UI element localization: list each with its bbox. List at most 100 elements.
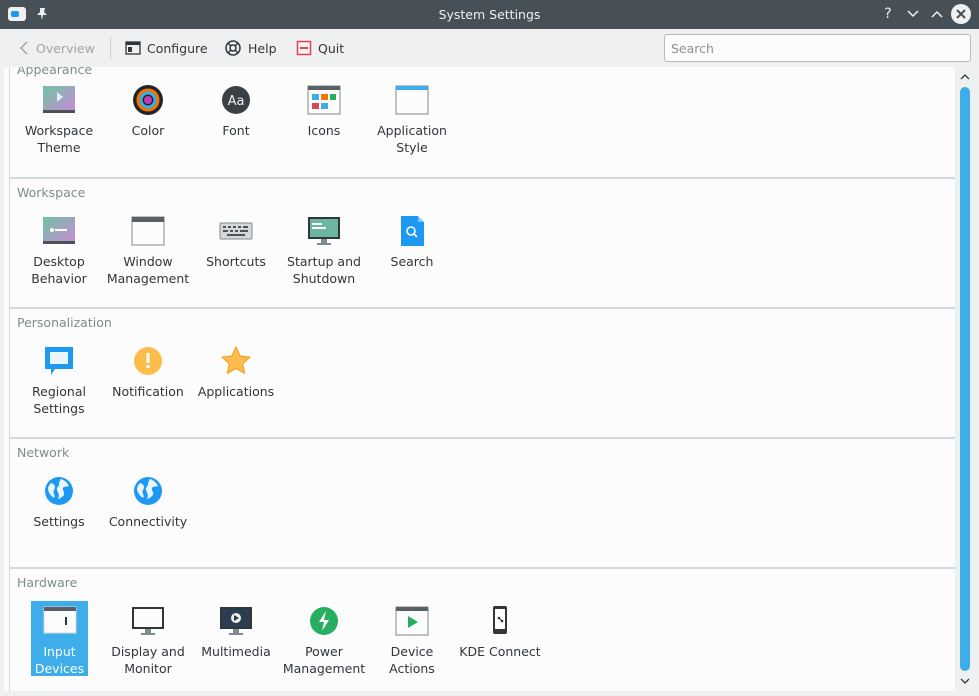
search-icon [395,214,429,248]
group-appearance: Appearance Workspace Theme Color Aa Font… [9,67,955,178]
application-style-icon [395,83,429,117]
applications-star-icon [219,344,253,378]
kde-connect-phone-icon [483,604,517,638]
group-workspace: Workspace Desktop Behavior Window Manage… [9,178,955,308]
item-workspace-theme[interactable]: Workspace Theme [14,83,104,156]
scroll-down-icon[interactable] [957,674,973,690]
group-title: Hardware [17,575,78,590]
item-label: Applications [197,384,275,399]
help-icon[interactable]: ? [878,4,898,24]
group-title: Workspace [17,185,86,200]
item-regional-settings[interactable]: Regional Settings [14,344,104,417]
item-label: Regional Settings [32,384,86,416]
item-label: Multimedia [201,644,271,659]
settings-overview: Appearance Workspace Theme Color Aa Font… [4,67,955,691]
item-label: Desktop Behavior [31,254,87,286]
item-label: Settings [33,514,85,529]
item-input-devices[interactable]: Input Devices [31,601,88,676]
item-multimedia[interactable]: Multimedia [191,604,281,660]
item-application-style[interactable]: Application Style [367,83,457,156]
quit-icon [296,40,312,56]
close-icon[interactable] [951,4,971,24]
item-notification[interactable]: Notification [103,344,193,400]
item-label: Font [222,123,250,138]
overview-button[interactable]: Overview [18,35,95,61]
item-label: Color [131,123,165,138]
icons-icon [307,83,341,117]
item-window-management[interactable]: Window Management [103,214,193,287]
multimedia-icon [219,604,253,638]
item-network-settings[interactable]: Settings [14,474,104,530]
group-title: Network [17,445,70,460]
quit-label: Quit [318,40,345,56]
item-label: Input Devices [34,644,85,676]
overview-label: Overview [36,40,95,56]
group-personalization: Personalization Regional Settings Notifi… [9,308,955,438]
configure-icon [125,41,141,55]
svg-text:Aa: Aa [228,94,245,109]
item-applications[interactable]: Applications [191,344,281,400]
back-icon [19,41,28,55]
item-startup-and-shutdown[interactable]: Startup and Shutdown [279,214,369,287]
item-display-and-monitor[interactable]: Display and Monitor [103,604,193,677]
item-label: KDE Connect [459,644,541,659]
group-title: Appearance [17,67,93,77]
search-input[interactable] [664,34,971,62]
display-monitor-icon [131,604,165,638]
toolbar: Overview Configure Help Quit [0,29,979,67]
input-devices-icon [43,604,77,638]
color-icon [131,83,165,117]
help-button[interactable]: Help [224,35,277,61]
power-management-icon [307,604,341,638]
item-search[interactable]: Search [367,214,457,270]
regional-settings-icon [42,344,76,378]
network-globe-icon [42,474,76,508]
item-label: Icons [307,123,341,138]
minimize-icon[interactable] [903,4,923,24]
item-label: Search [390,254,434,269]
item-label: Display and Monitor [111,644,185,676]
item-font[interactable]: Aa Font [191,83,281,139]
shortcuts-icon [219,214,253,248]
item-label: Power Management [282,644,366,676]
toolbar-separator [110,37,111,59]
item-label: Window Management [106,254,190,286]
item-icons[interactable]: Icons [279,83,369,139]
item-shortcuts[interactable]: Shortcuts [191,214,281,270]
window-title: System Settings [438,7,541,22]
configure-button[interactable]: Configure [125,35,208,61]
help-lifebuoy-icon [225,40,241,56]
group-hardware: Hardware Input Devices Display and Monit… [9,568,955,691]
title-bar: System Settings ? [0,0,979,29]
item-label: Device Actions [389,644,435,676]
device-actions-icon [395,604,429,638]
item-label: Notification [112,384,184,399]
item-color[interactable]: Color [103,83,193,139]
item-desktop-behavior[interactable]: Desktop Behavior [14,214,104,287]
workspace-theme-icon [42,83,76,117]
item-label: Workspace Theme [24,123,94,155]
font-icon: Aa [219,83,253,117]
configure-label: Configure [147,40,208,56]
help-label: Help [248,40,277,56]
item-label: Shortcuts [206,254,266,269]
item-device-actions[interactable]: Device Actions [367,604,457,677]
vertical-scrollbar[interactable] [957,67,973,691]
group-network: Network Settings Connectivity [9,438,955,568]
item-power-management[interactable]: Power Management [279,604,369,677]
connectivity-globe-icon [131,474,165,508]
maximize-icon[interactable] [927,4,947,24]
scrollbar-thumb[interactable] [960,87,970,671]
item-kde-connect[interactable]: KDE Connect [455,604,545,660]
item-connectivity[interactable]: Connectivity [103,474,193,530]
item-label: Connectivity [108,514,188,529]
group-title: Personalization [17,315,112,330]
quit-button[interactable]: Quit [296,35,344,61]
window-management-icon [131,214,165,248]
scroll-up-icon[interactable] [957,69,973,85]
desktop-behavior-icon [42,214,76,248]
notification-icon [131,344,165,378]
startup-and-shutdown-icon [307,214,341,248]
item-label: Startup and Shutdown [287,254,361,286]
item-label: Application Style [377,123,447,155]
